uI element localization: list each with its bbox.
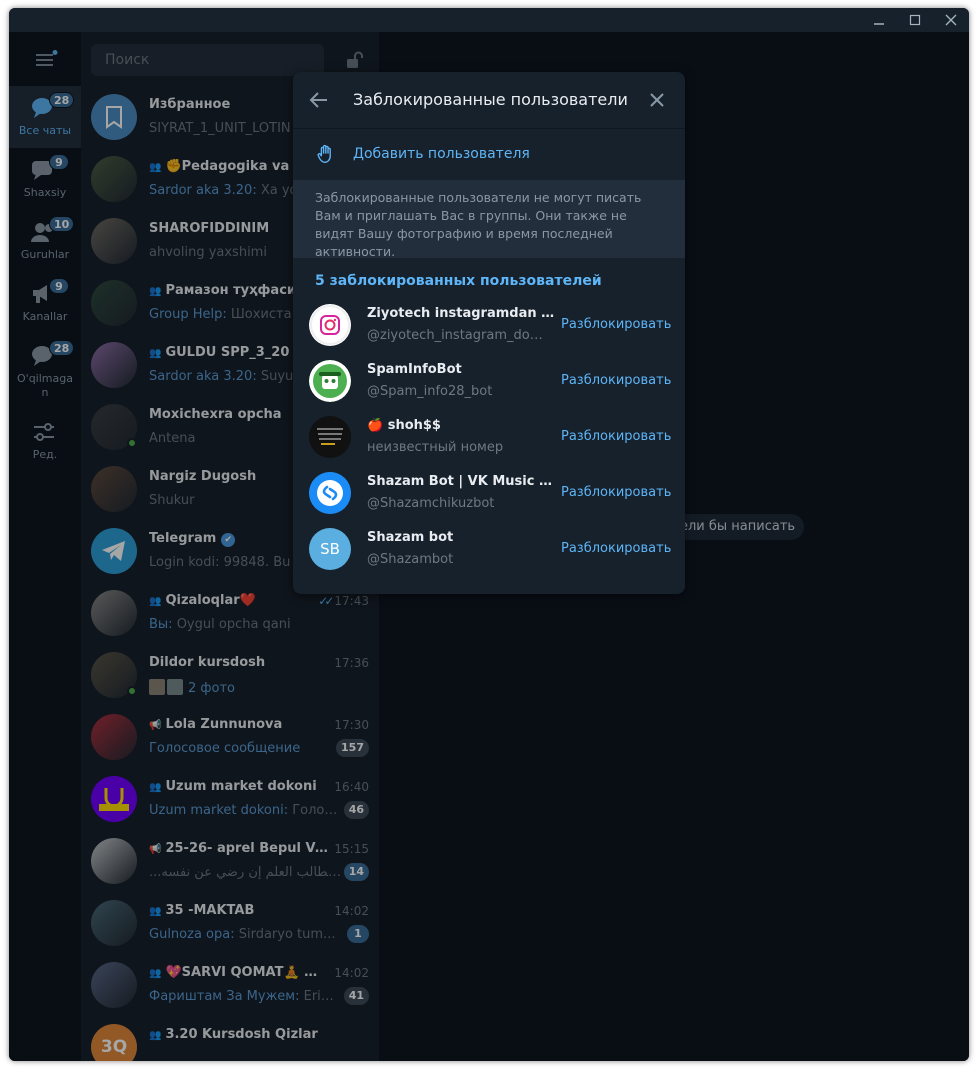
blocked-user-handle: @Shazamchikuzbot xyxy=(367,496,495,511)
blocked-user-row[interactable]: Shazam Bot | VK Music Bot @Shazamchikuzbo… xyxy=(293,464,685,520)
unblock-button[interactable]: Разблокировать xyxy=(561,541,671,556)
blocked-user-avatar xyxy=(309,360,351,402)
blocked-user-handle: @ziyotech_instagram_downloader_bot xyxy=(367,328,551,343)
add-user-label: Добавить пользователя xyxy=(353,146,530,162)
unblock-button[interactable]: Разблокировать xyxy=(561,373,671,388)
blocked-user-handle: @Shazambot xyxy=(367,552,454,567)
blocked-user-name: Shazam Bot | VK Music Bot xyxy=(367,474,555,489)
maximize-button[interactable] xyxy=(897,8,933,32)
blocked-user-avatar xyxy=(309,472,351,514)
blocked-user-avatar xyxy=(309,304,351,346)
minimize-icon xyxy=(874,23,884,25)
add-user-button[interactable]: Добавить пользователя xyxy=(293,129,685,180)
back-arrow-icon[interactable] xyxy=(307,88,331,112)
blocked-user-row[interactable]: 🍎 shoh$$ неизвестный номер Разблокировать xyxy=(293,408,685,464)
dialog-title: Заблокированные пользователи xyxy=(353,90,628,109)
blocked-description: Заблокированные пользователи не могут пи… xyxy=(293,180,685,259)
blocked-user-name: Ziyotech instagramdan yuklovchi bot xyxy=(367,306,555,321)
unblock-button[interactable]: Разблокировать xyxy=(561,317,671,332)
dark-photo-avatar-icon xyxy=(309,416,351,458)
blocked-user-name: SpamInfoBot xyxy=(367,362,462,377)
blocked-user-name: Shazam bot xyxy=(367,530,454,545)
telegram-window: 28 Все чаты 9 Shaxsiy 10 Guruhlar 9 Kanallar 28 O… xyxy=(9,8,969,1061)
blocked-users-dialog: Заблокированные пользователи Добавить по… xyxy=(293,72,685,594)
blocked-user-row[interactable]: SB Shazam bot @Shazambot Разблокировать xyxy=(293,520,685,576)
unblock-button[interactable]: Разблокировать xyxy=(561,429,671,444)
blocked-user-row[interactable]: Ziyotech instagramdan yuklovchi bot @ziyo… xyxy=(293,296,685,352)
close-window-button[interactable] xyxy=(933,8,969,32)
title-bar xyxy=(9,8,969,32)
close-dialog-icon[interactable] xyxy=(645,88,669,112)
blocked-user-avatar xyxy=(309,416,351,458)
blocked-user-avatar: SB xyxy=(309,528,351,570)
avatar-initials: SB xyxy=(320,540,340,558)
shazam-icon xyxy=(309,472,351,514)
spam-bot-icon xyxy=(309,360,351,402)
instagram-icon xyxy=(310,305,350,345)
close-icon xyxy=(945,14,957,26)
minimize-button[interactable] xyxy=(861,8,897,32)
unblock-button[interactable]: Разблокировать xyxy=(561,485,671,500)
blocked-user-name: 🍎 shoh$$ xyxy=(367,418,441,433)
hand-stop-icon xyxy=(317,144,331,163)
dialog-header: Заблокированные пользователи xyxy=(293,72,685,128)
maximize-icon xyxy=(909,14,921,26)
blocked-user-handle: неизвестный номер xyxy=(367,440,504,455)
blocked-user-handle: @Spam_info28_bot xyxy=(367,384,493,399)
blocked-count: 5 заблокированных пользователей xyxy=(315,273,602,289)
blocked-user-row[interactable]: SpamInfoBot @Spam_info28_bot Разблокироват… xyxy=(293,352,685,408)
